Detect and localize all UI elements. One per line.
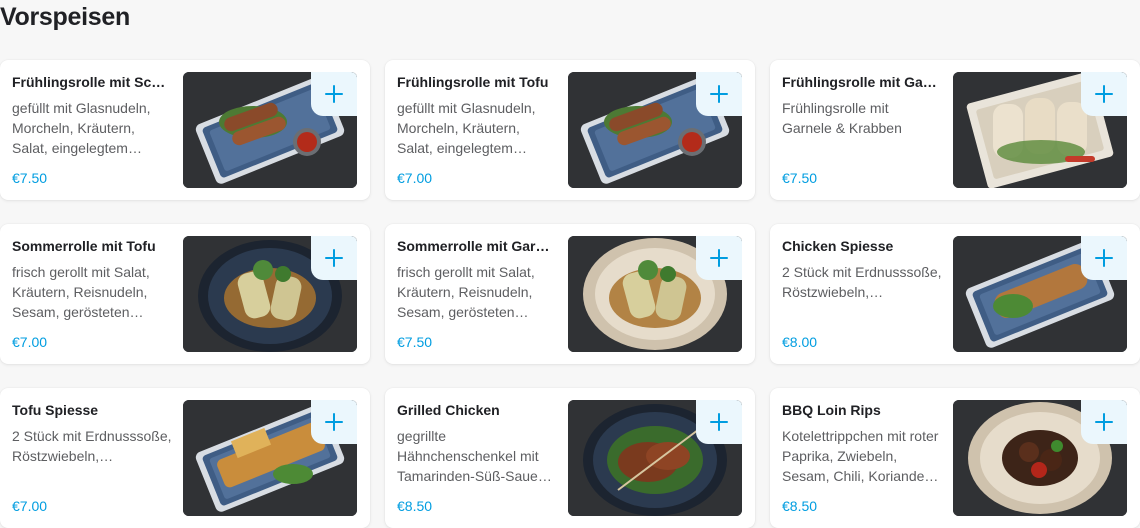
menu-item-text: Sommerrolle mit Tofu frisch gerollt mit S… bbox=[12, 236, 172, 322]
add-to-cart-button[interactable] bbox=[1081, 400, 1127, 444]
menu-item-text: Sommerrolle mit Gar… frisch gerollt mit S… bbox=[397, 236, 557, 322]
menu-item-name: Grilled Chicken bbox=[397, 402, 500, 418]
menu-item-price: €7.50 bbox=[782, 170, 818, 186]
add-to-cart-button[interactable] bbox=[696, 72, 742, 116]
menu-item-price: €7.00 bbox=[12, 498, 48, 514]
add-to-cart-button[interactable] bbox=[696, 400, 742, 444]
menu-item-price: €8.50 bbox=[397, 498, 433, 514]
menu-item-image[interactable] bbox=[953, 72, 1127, 188]
add-to-cart-button[interactable] bbox=[311, 72, 357, 116]
menu-item-text: Grilled Chicken gegrillte Hähnchenschenke… bbox=[397, 400, 557, 486]
add-to-cart-button[interactable] bbox=[311, 400, 357, 444]
menu-item-card[interactable]: Frühlingsrolle mit Sc… gefüllt mit Glasnu… bbox=[0, 60, 370, 200]
section-title: Vorspeisen bbox=[0, 3, 130, 31]
menu-item-price: €7.50 bbox=[397, 334, 433, 350]
menu-item-card[interactable]: Tofu Spiesse 2 Stück mit Erdnusssoße, Rös… bbox=[0, 388, 370, 528]
menu-item-price: €7.00 bbox=[397, 170, 433, 186]
menu-item-image[interactable] bbox=[183, 72, 357, 188]
menu-item-name: Sommerrolle mit Gar… bbox=[397, 238, 550, 254]
menu-item-text: BBQ Loin Rips Kotelettrippchen mit roter … bbox=[782, 400, 942, 486]
menu-item-card[interactable]: Frühlingsrolle mit Tofu gefüllt mit Glasn… bbox=[385, 60, 755, 200]
menu-item-description: frisch gerollt mit Salat, Kräutern, Reis… bbox=[12, 264, 150, 320]
menu-item-price: €8.50 bbox=[782, 498, 818, 514]
menu-item-description: 2 Stück mit Erdnusssoße, Röstzwiebeln,… bbox=[12, 428, 172, 464]
plus-icon bbox=[710, 85, 728, 103]
menu-item-name: Frühlingsrolle mit Sc… bbox=[12, 74, 166, 90]
menu-item-description: frisch gerollt mit Salat, Kräutern, Reis… bbox=[397, 264, 535, 320]
menu-item-description: gegrillte Hähnchenschenkel mit Tamarinde… bbox=[397, 428, 552, 484]
menu-item-image[interactable] bbox=[568, 400, 742, 516]
add-to-cart-button[interactable] bbox=[311, 236, 357, 280]
plus-icon bbox=[710, 413, 728, 431]
menu-item-image[interactable] bbox=[953, 236, 1127, 352]
menu-item-price: €7.00 bbox=[12, 334, 48, 350]
add-to-cart-button[interactable] bbox=[1081, 72, 1127, 116]
menu-item-card[interactable]: Sommerrolle mit Tofu frisch gerollt mit S… bbox=[0, 224, 370, 364]
menu-item-description: gefüllt mit Glasnudeln, Morcheln, Kräute… bbox=[397, 100, 536, 156]
menu-item-card[interactable]: BBQ Loin Rips Kotelettrippchen mit roter … bbox=[770, 388, 1140, 528]
menu-item-card[interactable]: Sommerrolle mit Gar… frisch gerollt mit S… bbox=[385, 224, 755, 364]
menu-item-name: Frühlingsrolle mit Ga… bbox=[782, 74, 937, 90]
menu-item-text: Frühlingsrolle mit Ga… Frühlingsrolle mit… bbox=[782, 72, 942, 158]
menu-item-image[interactable] bbox=[568, 72, 742, 188]
menu-item-text: Chicken Spiesse 2 Stück mit Erdnusssoße, … bbox=[782, 236, 942, 322]
menu-item-image[interactable] bbox=[183, 236, 357, 352]
menu-item-price: €8.00 bbox=[782, 334, 818, 350]
plus-icon bbox=[1095, 85, 1113, 103]
menu-item-name: Chicken Spiesse bbox=[782, 238, 894, 254]
plus-icon bbox=[325, 249, 343, 267]
plus-icon bbox=[710, 249, 728, 267]
menu-item-description: Kotelettrippchen mit roter Paprika, Zwie… bbox=[782, 428, 939, 484]
menu-item-name: Frühlingsrolle mit Tofu bbox=[397, 74, 549, 90]
menu-item-price: €7.50 bbox=[12, 170, 48, 186]
menu-item-text: Frühlingsrolle mit Sc… gefüllt mit Glasnu… bbox=[12, 72, 172, 158]
add-to-cart-button[interactable] bbox=[696, 236, 742, 280]
plus-icon bbox=[325, 413, 343, 431]
menu-item-description: Frühlingsrolle mit Garnele & Krabben bbox=[782, 100, 902, 136]
plus-icon bbox=[1095, 249, 1113, 267]
menu-item-text: Frühlingsrolle mit Tofu gefüllt mit Glasn… bbox=[397, 72, 557, 158]
menu-item-text: Tofu Spiesse 2 Stück mit Erdnusssoße, Rös… bbox=[12, 400, 172, 486]
menu-item-name: BBQ Loin Rips bbox=[782, 402, 881, 418]
menu-item-name: Tofu Spiesse bbox=[12, 402, 99, 418]
menu-item-card[interactable]: Frühlingsrolle mit Ga… Frühlingsrolle mit… bbox=[770, 60, 1140, 200]
menu-item-image[interactable] bbox=[568, 236, 742, 352]
menu-item-image[interactable] bbox=[953, 400, 1127, 516]
menu-item-card[interactable]: Chicken Spiesse 2 Stück mit Erdnusssoße, … bbox=[770, 224, 1140, 364]
menu-item-card[interactable]: Grilled Chicken gegrillte Hähnchenschenke… bbox=[385, 388, 755, 528]
menu-item-description: gefüllt mit Glasnudeln, Morcheln, Kräute… bbox=[12, 100, 151, 156]
menu-item-image[interactable] bbox=[183, 400, 357, 516]
plus-icon bbox=[325, 85, 343, 103]
plus-icon bbox=[1095, 413, 1113, 431]
menu-item-description: 2 Stück mit Erdnusssoße, Röstzwiebeln,… bbox=[782, 264, 942, 300]
add-to-cart-button[interactable] bbox=[1081, 236, 1127, 280]
menu-item-name: Sommerrolle mit Tofu bbox=[12, 238, 156, 254]
